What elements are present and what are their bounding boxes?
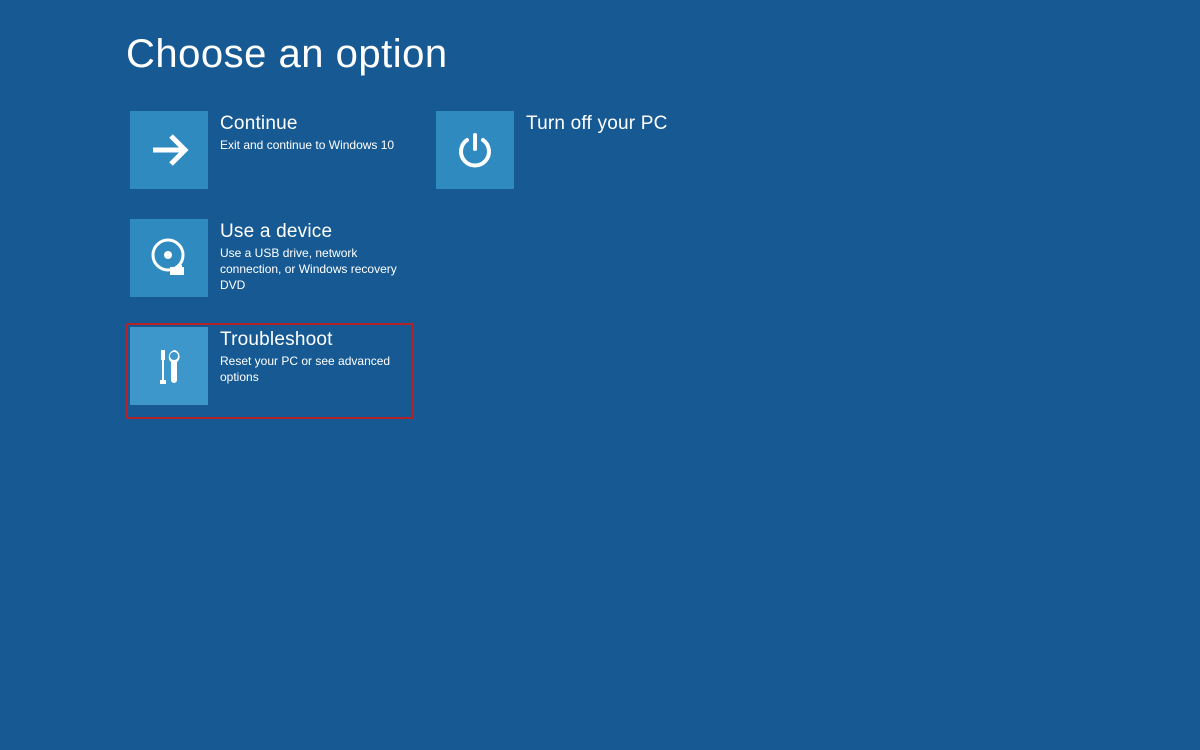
option-desc: Exit and continue to Windows 10 (220, 137, 394, 153)
option-use-device[interactable]: Use a device Use a USB drive, network co… (126, 215, 414, 301)
option-title: Turn off your PC (526, 113, 668, 135)
tools-icon (130, 327, 208, 405)
power-icon (436, 111, 514, 189)
option-turn-off[interactable]: Turn off your PC (432, 107, 720, 193)
recovery-options-screen: Choose an option Continue Exit and conti… (0, 0, 1200, 419)
options-column-right: Turn off your PC (432, 107, 720, 419)
option-body: Use a device Use a USB drive, network co… (220, 219, 408, 294)
option-title: Use a device (220, 221, 408, 243)
options-column-left: Continue Exit and continue to Windows 10… (126, 107, 414, 419)
arrow-right-icon (130, 111, 208, 189)
option-body: Turn off your PC (526, 111, 668, 137)
option-continue[interactable]: Continue Exit and continue to Windows 10 (126, 107, 414, 193)
options-grid: Continue Exit and continue to Windows 10… (126, 107, 1200, 419)
option-troubleshoot[interactable]: Troubleshoot Reset your PC or see advanc… (126, 323, 414, 419)
disc-icon (130, 219, 208, 297)
option-title: Continue (220, 113, 394, 135)
option-desc: Use a USB drive, network connection, or … (220, 245, 408, 294)
page-title: Choose an option (126, 32, 1200, 77)
option-title: Troubleshoot (220, 329, 408, 351)
option-desc: Reset your PC or see advanced options (220, 353, 408, 385)
option-body: Continue Exit and continue to Windows 10 (220, 111, 394, 153)
option-body: Troubleshoot Reset your PC or see advanc… (220, 327, 408, 385)
